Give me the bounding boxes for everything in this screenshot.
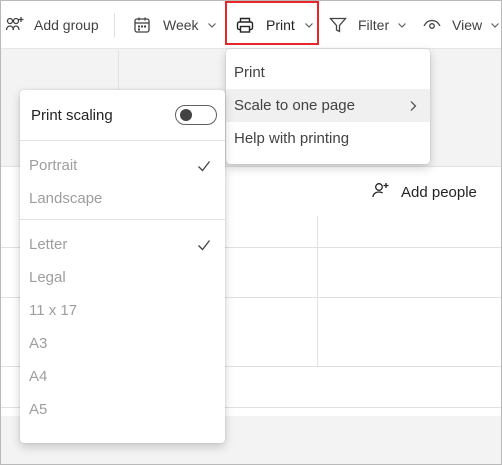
option-a5[interactable]: A5: [20, 393, 225, 426]
checkmark-icon: [197, 159, 211, 176]
add-person-icon: [371, 180, 391, 204]
add-group-button[interactable]: Add group: [5, 1, 99, 49]
print-scaling-label: Print scaling: [31, 106, 113, 124]
add-group-icon: [5, 15, 25, 35]
option-a4[interactable]: A4: [20, 360, 225, 393]
view-label: View: [452, 17, 483, 33]
toggle-knob: [180, 109, 192, 121]
add-people-label: Add people: [401, 183, 477, 201]
orientation-group: Portrait Landscape: [20, 141, 225, 219]
checkmark-icon: [197, 238, 211, 255]
option-label: 11 x 17: [29, 302, 78, 319]
option-11x17[interactable]: 11 x 17: [20, 294, 225, 327]
eye-icon: [422, 15, 442, 35]
week-label: Week: [163, 17, 199, 33]
option-label: Portrait: [29, 157, 78, 174]
option-label: A3: [29, 335, 48, 352]
board-column-divider: [317, 216, 318, 366]
menu-item-print[interactable]: Print: [226, 56, 430, 89]
menu-item-label: Scale to one page: [234, 97, 355, 114]
calendar-icon: [133, 16, 151, 34]
option-a3[interactable]: A3: [20, 327, 225, 360]
filter-icon: [329, 16, 347, 34]
option-label: Letter: [29, 236, 68, 253]
option-portrait[interactable]: Portrait: [20, 149, 225, 182]
menu-item-label: Help with printing: [234, 130, 350, 147]
chevron-down-icon: [207, 20, 217, 30]
print-scaling-row: Print scaling: [20, 90, 225, 140]
chevron-down-icon: [397, 20, 407, 30]
option-label: Legal: [29, 269, 66, 286]
paper-size-group: Letter Legal 11 x 17 A3 A4 A5: [20, 220, 225, 430]
option-label: Landscape: [29, 190, 103, 207]
print-highlight-box: [225, 1, 319, 45]
week-dropdown[interactable]: Week: [133, 1, 217, 49]
menu-item-help-with-printing[interactable]: Help with printing: [226, 122, 430, 155]
menu-item-scale-to-one-page[interactable]: Scale to one page: [226, 89, 430, 122]
print-menu: Print Scale to one page Help with printi…: [226, 49, 430, 164]
option-letter[interactable]: Letter: [20, 228, 225, 261]
add-group-label: Add group: [34, 17, 99, 33]
option-label: A4: [29, 368, 48, 385]
print-scaling-toggle[interactable]: [175, 105, 217, 125]
chevron-down-icon: [490, 20, 500, 30]
toolbar-divider: [114, 13, 115, 37]
view-dropdown[interactable]: View: [422, 1, 500, 49]
toolbar: Add group Week Print Filter View: [1, 1, 501, 49]
option-label: A5: [29, 401, 48, 418]
add-people-button[interactable]: Add people: [371, 179, 477, 205]
filter-dropdown[interactable]: Filter: [329, 1, 407, 49]
menu-item-label: Print: [234, 64, 265, 81]
chevron-right-icon: [408, 99, 418, 116]
filter-label: Filter: [358, 17, 390, 33]
app-frame: Add group Week Print Filter View Add peo…: [0, 0, 502, 465]
option-legal[interactable]: Legal: [20, 261, 225, 294]
option-landscape[interactable]: Landscape: [20, 182, 225, 215]
scale-submenu: Print scaling Portrait Landscape Letter: [20, 90, 225, 443]
